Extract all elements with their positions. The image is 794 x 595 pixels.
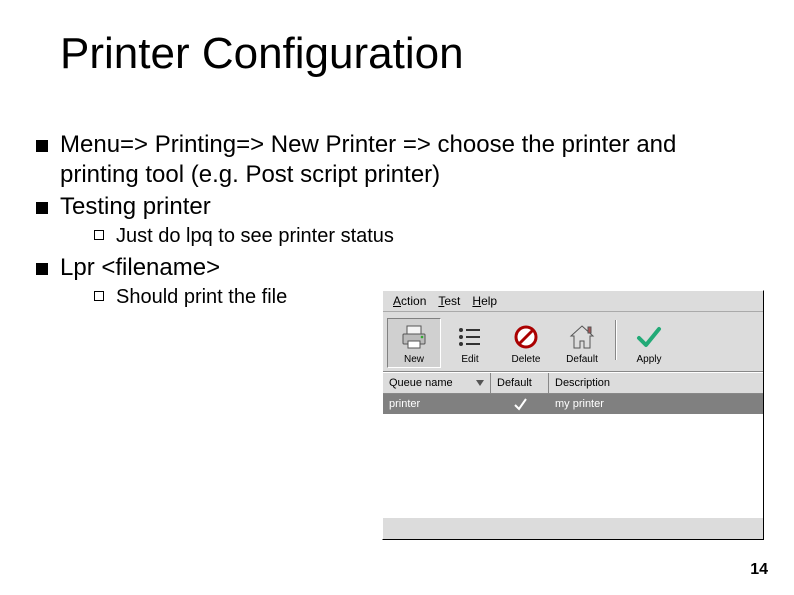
delete-icon: [512, 323, 540, 351]
bullet-3-text: Lpr <filename>: [60, 254, 220, 281]
default-label: Default: [566, 354, 598, 365]
col-default-label: Default: [497, 377, 532, 389]
slide: Printer Configuration Menu=> Printing=> …: [0, 0, 794, 595]
delete-button[interactable]: Delete: [499, 318, 553, 368]
cell-queue: printer: [383, 398, 491, 410]
checkmark-icon: [513, 397, 527, 411]
check-icon: [635, 323, 663, 351]
bullet-1-text: Menu=> Printing=> New Printer => choose …: [60, 131, 676, 188]
printer-config-window: Action Test Help New: [382, 290, 764, 540]
slide-content: Menu=> Printing=> New Printer => choose …: [30, 130, 750, 314]
cell-default: [491, 397, 549, 411]
apply-label: Apply: [636, 354, 661, 365]
bullet-2: Testing printer Just do lpq to see print…: [30, 192, 750, 249]
cell-desc: my printer: [549, 398, 763, 410]
menu-test[interactable]: Test: [438, 294, 460, 308]
edit-button[interactable]: Edit: [443, 318, 497, 368]
col-description[interactable]: Description: [549, 373, 763, 393]
toolbar-separator: [615, 320, 616, 360]
new-button[interactable]: New: [387, 318, 441, 368]
menu-bar: Action Test Help: [383, 291, 763, 312]
delete-label: Delete: [512, 354, 541, 365]
sort-down-icon: [476, 380, 484, 386]
bullet-2-sub-1: Just do lpq to see printer status: [90, 224, 750, 249]
edit-label: Edit: [461, 354, 478, 365]
bullet-2-text: Testing printer: [60, 193, 211, 220]
apply-button[interactable]: Apply: [622, 318, 676, 368]
col-desc-label: Description: [555, 377, 610, 389]
table-header: Queue name Default Description: [383, 372, 763, 394]
default-button[interactable]: Default: [555, 318, 609, 368]
list-icon: [456, 323, 484, 351]
printer-icon: [400, 323, 428, 351]
col-queue-name[interactable]: Queue name: [383, 373, 491, 393]
bullet-3-sub-1-text: Should print the file: [116, 286, 287, 308]
home-icon: [568, 323, 596, 351]
bullet-2-sub-1-text: Just do lpq to see printer status: [116, 225, 394, 247]
menu-action[interactable]: Action: [393, 294, 426, 308]
table-row[interactable]: printer my printer: [383, 394, 763, 414]
slide-title: Printer Configuration: [60, 30, 464, 78]
col-queue-label: Queue name: [389, 377, 453, 389]
col-default[interactable]: Default: [491, 373, 549, 393]
menu-help[interactable]: Help: [472, 294, 497, 308]
new-label: New: [404, 354, 424, 365]
toolbar: New Edit De: [383, 312, 763, 372]
page-number: 14: [750, 561, 768, 579]
bullet-1: Menu=> Printing=> New Printer => choose …: [30, 130, 750, 190]
table-body: printer my printer: [383, 394, 763, 518]
